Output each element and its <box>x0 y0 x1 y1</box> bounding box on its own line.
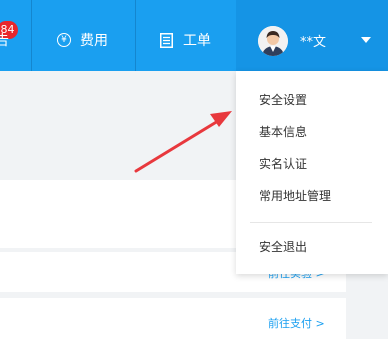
red-arrow-annotation <box>134 111 232 173</box>
